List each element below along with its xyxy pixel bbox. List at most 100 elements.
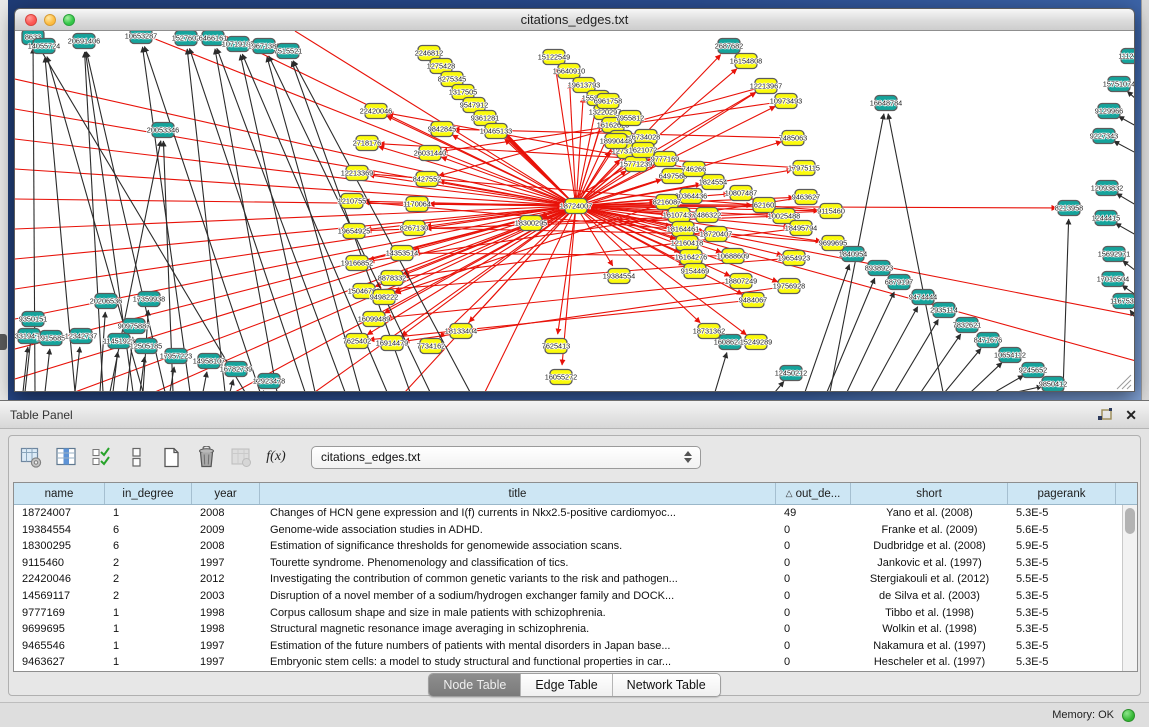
node-label: 16640910 (553, 67, 585, 76)
table-row[interactable]: 946362711997Embryonic stem cells: a mode… (14, 654, 1137, 671)
float-panel-icon[interactable] (1096, 407, 1113, 422)
tab-edge-table[interactable]: Edge Table (521, 674, 612, 696)
canvas-resize-grip[interactable] (1127, 385, 1131, 389)
network-edge-black[interactable] (715, 353, 727, 392)
column-header-year[interactable]: year (192, 483, 260, 504)
network-edge-red[interactable] (405, 206, 576, 392)
network-edge-black[interactable] (240, 55, 315, 392)
network-edge-black[interactable] (1114, 141, 1135, 153)
cell-title: Tourette syndrome. Phenomenology and cla… (260, 555, 776, 572)
table-panel-header[interactable]: Table Panel ✕ (0, 400, 1149, 429)
zoom-window-icon[interactable] (63, 14, 75, 26)
network-edge-black[interactable] (945, 348, 981, 392)
network-edge-black[interactable] (888, 114, 943, 392)
network-canvas[interactable]: 8633140557242069140610653287152760264661… (15, 31, 1135, 392)
node-label: 8427552 (413, 175, 441, 184)
network-edge-black[interactable] (1116, 223, 1135, 235)
memory-status-icon[interactable] (1122, 709, 1135, 722)
canvas-resize-grip[interactable] (1122, 380, 1131, 389)
table-row[interactable]: 946554611997Estimation of the future num… (14, 638, 1137, 655)
node-label: 90975887 (118, 322, 150, 331)
node-label: 10688609 (717, 252, 749, 261)
minimize-window-icon[interactable] (44, 14, 56, 26)
network-edge-black[interactable] (847, 292, 894, 392)
column-header-name[interactable]: name (14, 483, 105, 504)
column-header-out_degree[interactable]: △out_de... (776, 483, 851, 504)
node-label: 10025488 (768, 212, 800, 221)
column-label: pagerank (1038, 488, 1086, 500)
table-row[interactable]: 969969511998Structural magnetic resonanc… (14, 621, 1137, 638)
network-edge-black[interactable] (1123, 261, 1135, 271)
node-label: 1112748 (1118, 52, 1135, 61)
cell-title: Structural magnetic resonance image aver… (260, 621, 776, 638)
node-label: 1527602 (172, 34, 200, 43)
cell-year: 2008 (192, 538, 260, 555)
row-height-icon[interactable] (124, 445, 148, 469)
column-header-pagerank[interactable]: pagerank (1008, 483, 1116, 504)
network-edge-black[interactable] (995, 376, 1023, 392)
node-label: 19654923 (778, 254, 810, 263)
close-panel-icon[interactable]: ✕ (1125, 408, 1137, 422)
network-edge-black[interactable] (190, 48, 305, 392)
network-edge-red[interactable] (576, 206, 1135, 361)
network-view[interactable]: 8633140557242069140610653287152760264661… (15, 31, 1135, 392)
new-document-icon[interactable] (159, 445, 183, 469)
network-window[interactable]: citations_edges.txt 86331405572420691406… (14, 8, 1135, 392)
node-label: 12923478 (253, 377, 285, 386)
column-checklist-icon[interactable] (89, 445, 113, 469)
network-edge-red[interactable] (15, 206, 576, 289)
table-selector-dropdown[interactable]: citations_edges.txt (311, 446, 701, 469)
network-edge-red[interactable] (386, 281, 741, 318)
function-builder-icon[interactable]: f(x) (264, 445, 288, 469)
table-row[interactable]: 911546021997Tourette syndrome. Phenomeno… (14, 555, 1137, 572)
network-edge-black[interactable] (971, 363, 1002, 392)
table-scrollbar[interactable] (1122, 505, 1137, 671)
node-label: 12505185 (130, 342, 162, 351)
network-edge-black[interactable] (871, 307, 918, 392)
table-row[interactable]: 977716911998Corpus callosum shape and si… (14, 605, 1137, 622)
tab-node-table[interactable]: Node Table (429, 674, 521, 696)
table-row[interactable]: 1830029562008Estimation of significance … (14, 538, 1137, 555)
column-label: year (214, 488, 236, 500)
table-selector-value: citations_edges.txt (312, 450, 420, 464)
column-header-in_degree[interactable]: in_degree (105, 483, 192, 504)
node-label: 18724007 (560, 202, 592, 211)
table-row[interactable]: 1456911722003Disruption of a novel membe… (14, 588, 1137, 605)
network-edge-black[interactable] (45, 349, 50, 392)
table-row[interactable]: 1938455462009Genome-wide association stu… (14, 522, 1137, 539)
control-panel-handle[interactable] (0, 334, 7, 350)
network-edge-black[interactable] (75, 347, 80, 392)
network-edge-black[interactable] (827, 278, 875, 392)
table-panel-body: f(x) citations_edges.txt namein_degree ye… (8, 435, 1141, 696)
network-edge-black[interactable] (203, 372, 207, 392)
scrollbar-thumb[interactable] (1125, 508, 1135, 534)
network-edge-black[interactable] (775, 381, 784, 392)
select-columns-icon[interactable] (54, 445, 78, 469)
node-label: 9850412 (1039, 380, 1067, 389)
network-edge-black[interactable] (1116, 194, 1135, 205)
cell-pagerank: 5.3E-5 (1008, 505, 1116, 522)
node-label: 7485063 (779, 134, 807, 143)
node-label: 16099489 (358, 315, 390, 324)
node-label: 19613793 (568, 81, 600, 90)
table-row[interactable]: 1872400712008Changes of HCN gene express… (14, 505, 1137, 522)
delete-trash-icon[interactable] (194, 445, 218, 469)
network-edge-black[interactable] (230, 380, 233, 392)
network-window-titlebar[interactable]: citations_edges.txt (15, 9, 1134, 31)
close-window-icon[interactable] (25, 14, 37, 26)
column-header-title[interactable]: title (260, 483, 776, 504)
table-row[interactable]: 2242004622012Investigating the contribut… (14, 571, 1137, 588)
right-panel-sliver (1141, 0, 1149, 400)
cell-year: 1998 (192, 605, 260, 622)
node-label: 14353514 (386, 249, 418, 258)
network-edge-black[interactable] (895, 319, 938, 392)
node-label: 9154469 (681, 267, 709, 276)
cell-name: 14569117 (14, 588, 105, 605)
tab-network-table[interactable]: Network Table (613, 674, 720, 696)
network-edge-black[interactable] (1119, 116, 1135, 126)
network-edge-black[interactable] (263, 391, 264, 392)
column-header-short[interactable]: short (851, 483, 1008, 504)
network-edge-black[interactable] (1127, 91, 1135, 99)
network-edge-black[interactable] (1063, 219, 1069, 392)
table-options-icon[interactable] (19, 445, 43, 469)
